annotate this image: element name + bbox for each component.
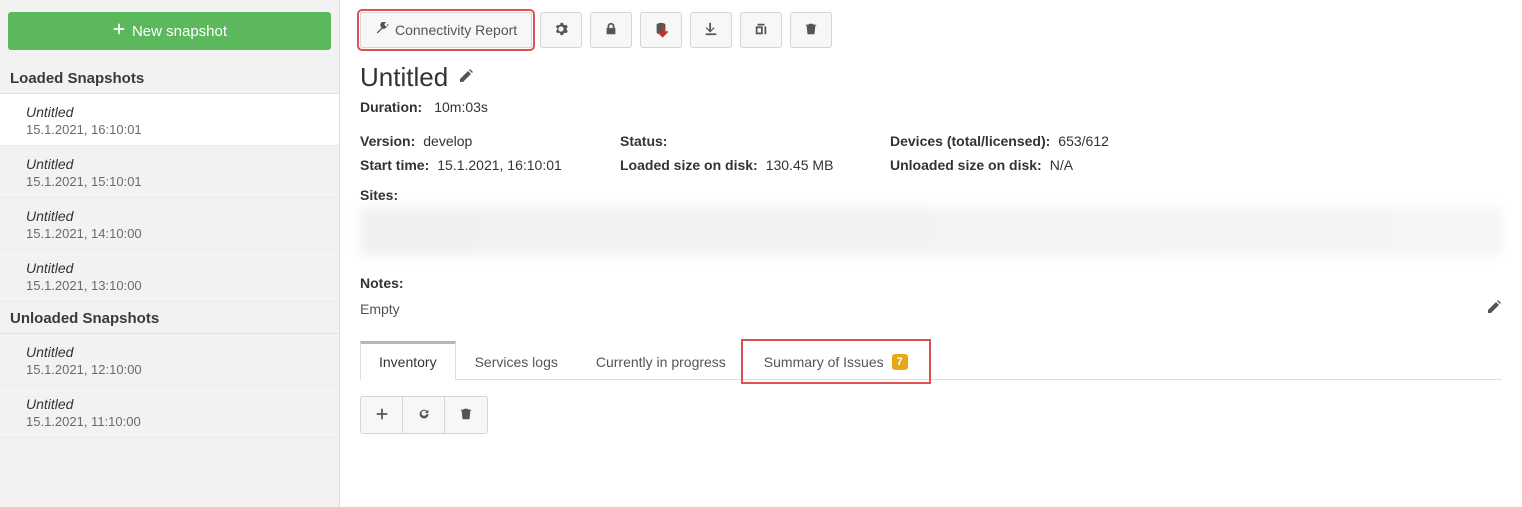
- tab-label: Summary of Issues: [764, 354, 884, 370]
- notes-label: Notes:: [360, 275, 1502, 291]
- lock-button[interactable]: [590, 12, 632, 48]
- snapshot-time: 15.1.2021, 16:10:01: [26, 122, 325, 137]
- loaded-size-label: Loaded size on disk:: [620, 157, 758, 173]
- trash-icon: [804, 22, 818, 39]
- snapshot-item[interactable]: Untitled 15.1.2021, 12:10:00: [0, 334, 339, 386]
- snapshot-item[interactable]: Untitled 15.1.2021, 13:10:00: [0, 250, 339, 302]
- snapshot-time: 15.1.2021, 13:10:00: [26, 278, 325, 293]
- trash-icon: [459, 407, 473, 424]
- refresh-button[interactable]: [403, 397, 445, 433]
- sidebar: New snapshot Loaded Snapshots Untitled 1…: [0, 0, 340, 507]
- new-snapshot-button[interactable]: New snapshot: [8, 12, 331, 50]
- connectivity-report-label: Connectivity Report: [395, 22, 517, 38]
- settings-button[interactable]: [540, 12, 582, 48]
- tab-currently-in-progress[interactable]: Currently in progress: [577, 343, 745, 380]
- snapshot-item[interactable]: Untitled 15.1.2021, 14:10:00: [0, 198, 339, 250]
- sites-content-blurred: [360, 207, 1502, 255]
- load-button[interactable]: [640, 12, 682, 48]
- new-snapshot-label: New snapshot: [132, 23, 227, 40]
- edit-notes-button[interactable]: [1486, 299, 1502, 318]
- devices-label: Devices (total/licensed):: [890, 133, 1050, 149]
- pencil-icon: [1486, 302, 1502, 318]
- tabs: Inventory Services logs Currently in pro…: [360, 340, 1502, 380]
- lock-icon: [604, 22, 618, 39]
- add-button[interactable]: [361, 397, 403, 433]
- copy-icon: [754, 22, 768, 39]
- copy-button[interactable]: [740, 12, 782, 48]
- plus-icon: [112, 22, 126, 40]
- delete-inventory-button[interactable]: [445, 397, 487, 433]
- unloaded-size-value: N/A: [1050, 157, 1073, 173]
- snapshot-time: 15.1.2021, 15:10:01: [26, 174, 325, 189]
- snapshot-time: 15.1.2021, 11:10:00: [26, 414, 325, 429]
- inventory-toolbar: [360, 396, 488, 434]
- tab-summary-of-issues[interactable]: Summary of Issues 7: [745, 343, 927, 380]
- snapshot-title: Untitled: [26, 396, 325, 412]
- sites-label: Sites:: [360, 187, 1502, 203]
- version-value: develop: [423, 133, 472, 149]
- loaded-snapshots-header: Loaded Snapshots: [0, 62, 339, 94]
- snapshot-title: Untitled: [26, 208, 325, 224]
- download-button[interactable]: [690, 12, 732, 48]
- tab-services-logs[interactable]: Services logs: [456, 343, 577, 380]
- unloaded-snapshots-header: Unloaded Snapshots: [0, 302, 339, 334]
- tab-inventory[interactable]: Inventory: [360, 341, 456, 380]
- delete-button[interactable]: [790, 12, 832, 48]
- notes-value: Empty: [360, 301, 400, 317]
- start-time-value: 15.1.2021, 16:10:01: [437, 157, 562, 173]
- edit-title-button[interactable]: [458, 68, 474, 87]
- snapshot-title: Untitled: [26, 344, 325, 360]
- gear-icon: [554, 22, 568, 39]
- database-load-icon: [654, 22, 668, 39]
- devices-value: 653/612: [1058, 133, 1109, 149]
- snapshot-time: 15.1.2021, 12:10:00: [26, 362, 325, 377]
- page-title: Untitled: [360, 62, 448, 93]
- tab-label: Inventory: [379, 354, 437, 370]
- snapshot-title: Untitled: [26, 104, 325, 120]
- unloaded-size-label: Unloaded size on disk:: [890, 157, 1042, 173]
- snapshot-item[interactable]: Untitled 15.1.2021, 11:10:00: [0, 386, 339, 438]
- main-content: Connectivity Report Untitled: [340, 0, 1522, 507]
- wrench-icon: [375, 22, 389, 39]
- download-icon: [704, 22, 718, 39]
- duration-value: 10m:03s: [434, 99, 488, 115]
- tab-label: Currently in progress: [596, 354, 726, 370]
- duration-label: Duration:: [360, 99, 422, 115]
- refresh-icon: [417, 407, 431, 424]
- snapshot-item[interactable]: Untitled 15.1.2021, 15:10:01: [0, 146, 339, 198]
- snapshot-title: Untitled: [26, 156, 325, 172]
- toolbar: Connectivity Report: [360, 12, 1502, 48]
- snapshot-item[interactable]: Untitled 15.1.2021, 16:10:01: [0, 94, 339, 146]
- version-label: Version:: [360, 133, 415, 149]
- loaded-size-value: 130.45 MB: [766, 157, 834, 173]
- snapshot-title: Untitled: [26, 260, 325, 276]
- connectivity-report-button[interactable]: Connectivity Report: [360, 12, 532, 48]
- issues-count-badge: 7: [892, 354, 908, 370]
- status-label: Status:: [620, 133, 667, 149]
- tab-label: Services logs: [475, 354, 558, 370]
- pencil-icon: [458, 71, 474, 87]
- start-time-label: Start time:: [360, 157, 429, 173]
- snapshot-time: 15.1.2021, 14:10:00: [26, 226, 325, 241]
- plus-icon: [375, 407, 389, 424]
